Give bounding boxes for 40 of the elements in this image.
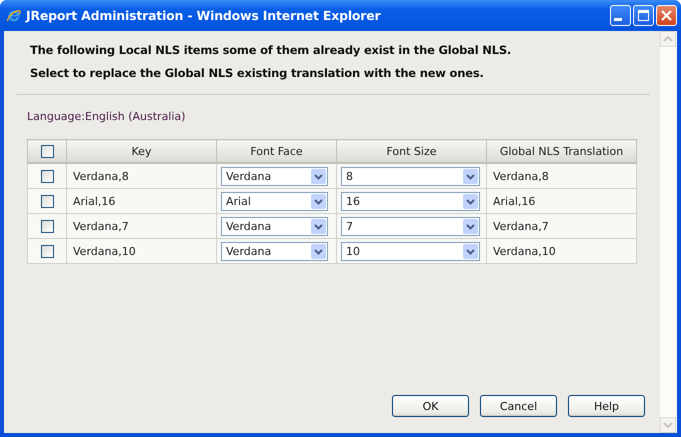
row-checkbox[interactable] [40, 220, 54, 233]
language-value: English (Australia) [85, 110, 186, 123]
maximize-icon [638, 10, 649, 21]
table-cell: Verdana,7 [66, 214, 216, 238]
column-header: Font Size [336, 140, 486, 163]
language-label: Language: [27, 110, 85, 123]
browser-logo-icon [6, 8, 22, 24]
font-face-dropdown[interactable]: Verdana [221, 242, 328, 260]
dialog-button[interactable]: OK [392, 395, 469, 417]
table-cell: Arial,16 [486, 188, 636, 214]
close-button[interactable] [656, 5, 677, 26]
font-face-dropdown[interactable]: Verdana [221, 216, 328, 236]
message-text: Select to replace the Global NLS existing translation with the new ones. [30, 66, 485, 80]
dialog-button[interactable]: Help [568, 395, 645, 417]
font-size-dropdown[interactable]: 7 [341, 216, 480, 236]
message-text: The following Local NLS items some of them already exist in the Global NLS. [30, 43, 512, 57]
table-cell: Verdana,10 [486, 238, 636, 264]
font-face-dropdown[interactable]: Verdana [221, 166, 328, 186]
column-header: Global NLS Translation [486, 140, 636, 163]
select-all-checkbox[interactable] [40, 144, 54, 158]
minimize-button[interactable] [610, 5, 631, 26]
minimize-icon [614, 18, 623, 21]
row-checkbox[interactable] [40, 244, 54, 258]
font-face-dropdown[interactable]: Arial [221, 192, 328, 210]
row-checkbox[interactable] [40, 170, 54, 183]
maximize-button[interactable] [633, 5, 654, 26]
table-cell: Verdana,8 [486, 163, 636, 188]
font-size-dropdown[interactable]: 8 [341, 166, 480, 186]
close-icon [661, 10, 672, 21]
table-cell: Verdana,8 [66, 163, 216, 188]
column-header: Key [66, 140, 216, 163]
table-cell: Arial,16 [66, 188, 216, 214]
window-title: JReport Administration - Windows Internet Explorer [26, 8, 380, 23]
column-header: Font Face [216, 140, 336, 163]
row-checkbox[interactable] [40, 194, 54, 208]
font-size-dropdown[interactable]: 10 [341, 242, 480, 260]
dialog-button[interactable]: Cancel [480, 395, 557, 417]
font-size-dropdown[interactable]: 16 [341, 192, 480, 210]
table-cell: Verdana,7 [486, 214, 636, 238]
table-cell: Verdana,10 [66, 238, 216, 264]
